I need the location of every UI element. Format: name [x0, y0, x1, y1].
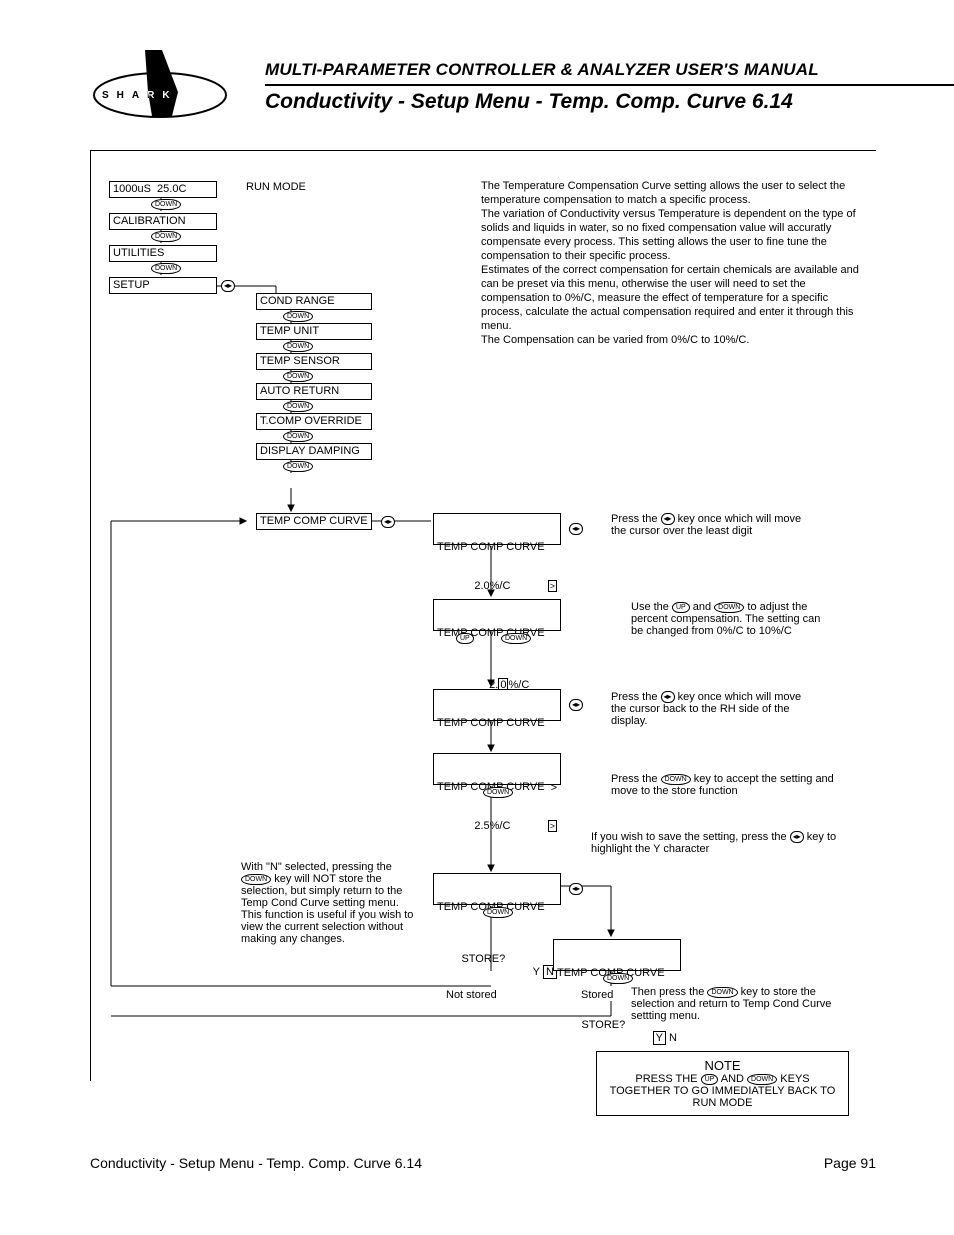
down-key-icon: DOWN [747, 1074, 777, 1085]
not-stored-label: Not stored [446, 989, 497, 1001]
down-key-icon: DOWN [283, 311, 313, 322]
down-key-icon: DOWN [151, 199, 181, 210]
arrows-key-icon: ◂▸ [661, 513, 675, 525]
up-key-icon: UP [456, 633, 474, 644]
logo-letters: SHARK [102, 90, 222, 101]
tcc-val1: 2.0%/C [474, 580, 510, 592]
step-4: Press the DOWN key to accept the setting… [611, 773, 851, 797]
tcc-box-3: TEMP COMP CURVE 2.5%/C > [433, 689, 561, 721]
tcc-store-y-box: TEMP COMP CURVE STORE? Y N [553, 939, 681, 971]
menu-display-damping: DISPLAY DAMPING [256, 443, 372, 460]
menu-utilities: UTILITIES [109, 245, 217, 262]
menu-temp-comp-curve: TEMP COMP CURVE [256, 513, 372, 530]
arrows-key-icon: ◂▸ [381, 516, 395, 528]
down-key-icon: DOWN [151, 263, 181, 274]
display-run: 1000uS 25.0C [109, 181, 217, 198]
down-key-icon: DOWN [707, 987, 737, 998]
desc-p3: Estimates of the correct compensation fo… [481, 263, 861, 333]
down-key-icon: DOWN [283, 461, 313, 472]
tcc-store-n-box: TEMP COMP CURVE STORE? Y N [433, 873, 561, 905]
down-key-icon: DOWN [501, 633, 531, 644]
down-key-icon: DOWN [283, 371, 313, 382]
menu-calibration: CALIBRATION [109, 213, 217, 230]
tcc-title: TEMP COMP CURVE [437, 717, 557, 730]
section-title: Conductivity - Setup Menu - Temp. Comp. … [265, 90, 793, 114]
step-2: Use the UP and DOWN to adjust the percen… [631, 601, 831, 637]
down-key-icon: DOWN [483, 787, 513, 798]
menu-auto-return: AUTO RETURN [256, 383, 372, 400]
arrows-key-icon: ◂▸ [221, 280, 235, 292]
desc-p1: The Temperature Compensation Curve setti… [481, 179, 861, 207]
up-key-icon: UP [701, 1074, 719, 1085]
step-1: Press the ◂▸ key once which will move th… [611, 513, 811, 537]
step-6-n-note: With "N" selected, pressing the DOWN key… [241, 861, 421, 945]
stored-label: Stored [581, 989, 613, 1001]
tcc-box-1: TEMP COMP CURVE 2.0%/C> [433, 513, 561, 545]
desc-p4: The Compensation can be varied from 0%/C… [481, 333, 861, 347]
header-rule [265, 84, 954, 86]
arrows-key-icon: ◂▸ [569, 523, 583, 535]
footer-left: Conductivity - Setup Menu - Temp. Comp. … [90, 1155, 422, 1171]
tcc-title: TEMP COMP CURVE [437, 541, 557, 554]
note-box: NOTE PRESS THE UP AND DOWN KEYS TOGETHER… [596, 1051, 849, 1116]
step-5: If you wish to save the setting, press t… [591, 831, 861, 855]
content-frame: 1000uS 25.0C RUN MODE DOWN CALIBRATION D… [90, 150, 876, 1081]
tcc-title: TEMP COMP CURVE [437, 627, 557, 640]
arrows-key-icon: ◂▸ [569, 699, 583, 711]
tcc-val4: 2.5%/C [474, 820, 510, 832]
cursor-indicator: > [548, 580, 557, 592]
run-mode-label: RUN MODE [246, 181, 306, 193]
down-key-icon: DOWN [283, 341, 313, 352]
note-title: NOTE [605, 1058, 840, 1073]
manual-title: MULTI-PARAMETER CONTROLLER & ANALYZER US… [265, 60, 819, 80]
down-key-icon: DOWN [283, 431, 313, 442]
down-key-icon: DOWN [603, 973, 633, 984]
menu-tcomp-override: T.COMP OVERRIDE [256, 413, 372, 430]
desc-p2: The variation of Conductivity versus Tem… [481, 207, 861, 263]
down-key-icon: DOWN [483, 907, 513, 918]
menu-cond-range: COND RANGE [256, 293, 372, 310]
note-line3: RUN MODE [605, 1097, 840, 1109]
up-key-icon: UP [672, 602, 690, 613]
down-key-icon: DOWN [241, 874, 271, 885]
down-key-icon: DOWN [283, 401, 313, 412]
footer-right: Page 91 [824, 1155, 876, 1171]
step-3: Press the ◂▸ key once which will move th… [611, 691, 811, 727]
down-key-icon: DOWN [661, 774, 691, 785]
menu-temp-sensor: TEMP SENSOR [256, 353, 372, 370]
menu-setup: SETUP [109, 277, 217, 294]
down-key-icon: DOWN [714, 602, 744, 613]
note-line2: TOGETHER TO GO IMMEDIATELY BACK TO [605, 1085, 840, 1097]
arrows-key-icon: ◂▸ [790, 831, 804, 843]
cursor-indicator: > [548, 820, 557, 832]
down-key-icon: DOWN [151, 231, 181, 242]
arrows-key-icon: ◂▸ [661, 691, 675, 703]
page: SHARK MULTI-PARAMETER CONTROLLER & ANALY… [0, 0, 954, 1235]
tcc-box-4: TEMP COMP CURVE 2.5%/C> [433, 753, 561, 785]
y-selected: Y [653, 1031, 666, 1045]
menu-temp-unit: TEMP UNIT [256, 323, 372, 340]
step-7: Then press the DOWN key to store the sel… [631, 986, 841, 1022]
arrows-key-icon: ◂▸ [569, 883, 583, 895]
shark-logo [90, 50, 230, 120]
tcc-box-2: TEMP COMP CURVE 2.0%/C > [433, 599, 561, 631]
description-block: The Temperature Compensation Curve setti… [481, 179, 861, 347]
note-line1: PRESS THE UP AND DOWN KEYS [605, 1073, 840, 1085]
store-line: STORE? Y N [437, 940, 557, 992]
